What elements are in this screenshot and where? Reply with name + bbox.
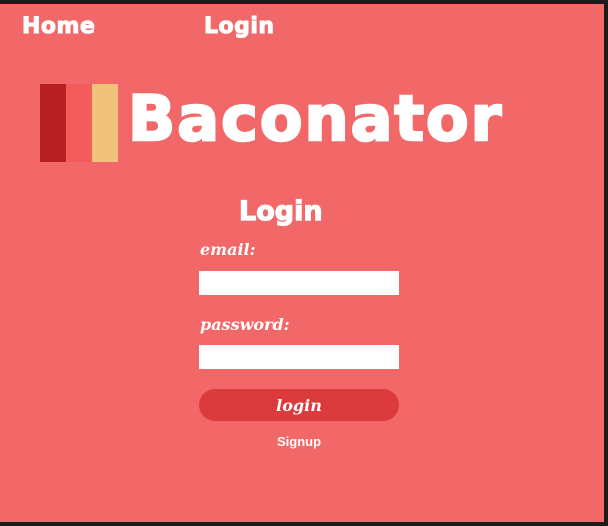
- password-field[interactable]: [199, 345, 399, 369]
- nav-login-link[interactable]: Login: [204, 14, 275, 40]
- brand-title: Baconator: [127, 82, 504, 155]
- login-button[interactable]: login: [199, 389, 399, 421]
- signup-link-row: Signup: [0, 434, 598, 449]
- logo-bar-light: [92, 84, 118, 162]
- page-frame: Home Login Baconator Login email: passwo…: [0, 4, 604, 522]
- logo-bar-dark: [40, 84, 66, 162]
- email-label: email:: [200, 240, 256, 259]
- login-form-title: Login: [238, 195, 323, 227]
- logo-icon: [40, 84, 118, 162]
- signup-link[interactable]: Signup: [277, 434, 321, 449]
- logo-bar-mid: [66, 84, 92, 162]
- password-label: password:: [200, 315, 290, 334]
- email-field[interactable]: [199, 271, 399, 295]
- nav-home-link[interactable]: Home: [21, 14, 95, 40]
